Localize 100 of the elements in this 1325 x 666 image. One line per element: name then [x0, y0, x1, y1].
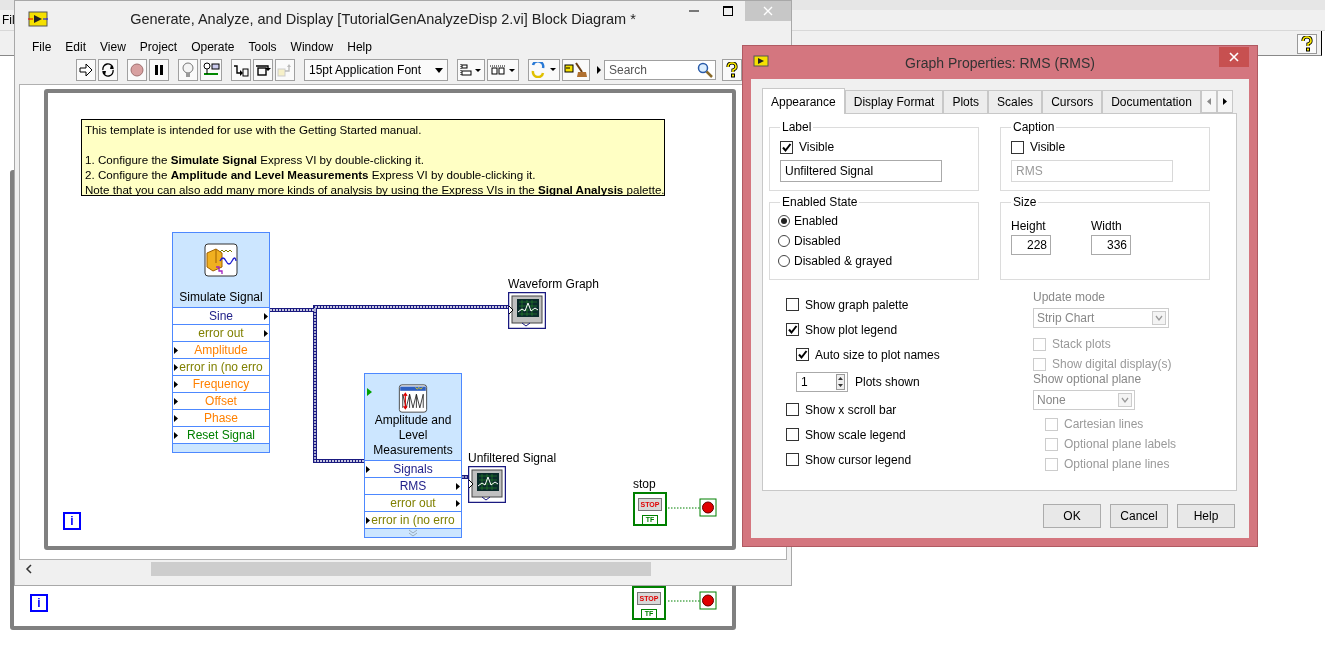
- font-dropdown[interactable]: 15pt Application Font: [304, 59, 448, 81]
- field-label: Show optional plane: [1033, 372, 1142, 387]
- right-arrow-icon: [1222, 98, 1227, 105]
- window-title: Generate, Analyze, and Display [TutorialGenAnalyzeDisp 2.vi] Block Diagram *: [130, 11, 636, 27]
- scrollbar-thumb[interactable]: [151, 562, 651, 576]
- measurement-icon: [396, 384, 430, 413]
- align-objects-button[interactable]: [457, 59, 485, 81]
- dialog-button[interactable]: Help: [1177, 504, 1235, 528]
- menu-item[interactable]: Tools: [241, 37, 284, 56]
- checkbox[interactable]: [786, 453, 799, 466]
- checkbox[interactable]: [1011, 140, 1024, 154]
- indicator-label: stop: [633, 477, 656, 492]
- dialog-button[interactable]: OK: [1043, 504, 1101, 528]
- arrow-icon: [79, 63, 93, 77]
- terminal[interactable]: error out: [173, 324, 269, 341]
- left-arrow-icon: [1206, 98, 1211, 105]
- input-arrow-icon: [174, 398, 178, 405]
- graph-terminal-icon[interactable]: [508, 292, 546, 329]
- help-button[interactable]: [722, 59, 742, 81]
- checkbox[interactable]: [786, 298, 799, 311]
- step-into-button[interactable]: [231, 59, 251, 81]
- terminal[interactable]: Sine: [173, 307, 269, 324]
- circular-arrows-icon: [101, 63, 115, 77]
- radio-label: Disabled & grayed: [794, 254, 893, 268]
- terminal[interactable]: RMS: [365, 477, 461, 494]
- terminal[interactable]: error in (no erro: [365, 511, 461, 528]
- pause-button[interactable]: [149, 59, 169, 81]
- terminal[interactable]: Signals: [365, 460, 461, 477]
- tab[interactable]: Plots: [943, 90, 989, 113]
- search-icon: [697, 62, 713, 78]
- run-continuously-button[interactable]: [98, 59, 118, 81]
- radio-label: Disabled: [794, 234, 841, 248]
- label-text-field[interactable]: Unfiltered Signal: [780, 160, 942, 182]
- align-icon: [459, 63, 483, 77]
- checkbox-label: Cartesian lines: [1064, 417, 1144, 431]
- field-label: Width: [1091, 219, 1123, 233]
- spinner-label: Plots shown: [855, 375, 920, 389]
- menu-item[interactable]: Fil: [0, 13, 15, 27]
- distribute-objects-button[interactable]: [487, 59, 519, 81]
- close-button[interactable]: [1219, 47, 1249, 67]
- comment-note: This template is intended for use with the Getting Started manual. 1. Configure the Simulate Signal Express VI by double-clicking it. 2. Configure the Amplitude and Level Measurements Express VI by double-clicking it. Note that you can also add many more kinds of analysis by using the Express VIs in the Signal Analysis palette.: [81, 119, 665, 196]
- menu-item[interactable]: Window: [283, 37, 341, 56]
- menu-item[interactable]: File: [25, 37, 59, 56]
- radio-button[interactable]: [778, 235, 790, 247]
- pause-icon: [153, 64, 165, 76]
- checkbox-label: Stack plots: [1052, 337, 1111, 351]
- checkbox[interactable]: [786, 428, 799, 441]
- checkbox[interactable]: [780, 140, 793, 154]
- radio-button[interactable]: [778, 255, 790, 267]
- broom-icon: [564, 62, 588, 78]
- radio-button[interactable]: [778, 215, 790, 227]
- help-button[interactable]: [1297, 34, 1317, 54]
- stop-condition-drawing: [668, 498, 718, 518]
- dialog-button[interactable]: Cancel: [1110, 504, 1168, 528]
- reorder-button[interactable]: [528, 59, 560, 81]
- express-vi-node[interactable]: Amplitude and Level Measurements: [365, 374, 461, 460]
- radio-label: Enabled: [794, 214, 839, 228]
- run-button[interactable]: [76, 59, 96, 81]
- maximize-icon: [723, 6, 733, 16]
- up-down-arrows-icon: [836, 374, 845, 390]
- menu-item[interactable]: View: [93, 37, 133, 56]
- input-arrow-icon: [174, 364, 178, 371]
- tab[interactable]: Appearance: [762, 88, 845, 114]
- terminal[interactable]: error in (no erro: [173, 358, 269, 375]
- reorder-icon: [530, 62, 558, 78]
- checkbox[interactable]: [796, 348, 809, 361]
- close-icon: [763, 6, 773, 16]
- menu-item[interactable]: Project: [132, 37, 185, 56]
- terminal[interactable]: Reset Signal: [173, 426, 269, 443]
- menu-item[interactable]: Edit: [58, 37, 94, 56]
- tab[interactable]: Cursors: [1042, 90, 1103, 113]
- indicator-label: Waveform Graph: [508, 277, 599, 292]
- graph-terminal-icon[interactable]: [468, 466, 506, 503]
- menu-item[interactable]: Operate: [184, 37, 242, 56]
- input-arrow-icon: [366, 517, 370, 524]
- tab[interactable]: Display Format: [844, 90, 944, 113]
- indicator-label: Unfiltered Signal: [468, 451, 557, 466]
- field-label: Update mode: [1033, 290, 1106, 305]
- input-arrow-icon: [174, 347, 178, 354]
- menu-item[interactable]: Help: [340, 37, 379, 56]
- distribute-icon: [489, 63, 517, 77]
- checkbox-label: Show graph palette: [805, 297, 909, 312]
- express-vi-node[interactable]: Simulate Signal: [173, 233, 269, 307]
- node-title: Amplitude and Level Measurements: [372, 413, 454, 458]
- search-field[interactable]: Search: [604, 60, 716, 80]
- tab[interactable]: Scales: [988, 90, 1043, 113]
- left-chevron-icon: [25, 564, 33, 574]
- input-arrow-icon: [174, 381, 178, 388]
- terminal[interactable]: error out: [365, 494, 461, 511]
- retain-wire-values-button[interactable]: [200, 59, 222, 81]
- step-out-icon: [277, 63, 293, 77]
- tab[interactable]: Documentation: [1102, 90, 1201, 113]
- checkbox[interactable]: [786, 403, 799, 416]
- width-field[interactable]: 336: [1091, 235, 1131, 255]
- plots-shown-spinner[interactable]: 1: [796, 372, 848, 392]
- height-field[interactable]: 228: [1011, 235, 1051, 255]
- stop-sign-icon: [130, 63, 144, 77]
- step-over-button[interactable]: [253, 59, 273, 81]
- clean-up-diagram-button[interactable]: [562, 59, 590, 81]
- checkbox[interactable]: [786, 323, 799, 336]
